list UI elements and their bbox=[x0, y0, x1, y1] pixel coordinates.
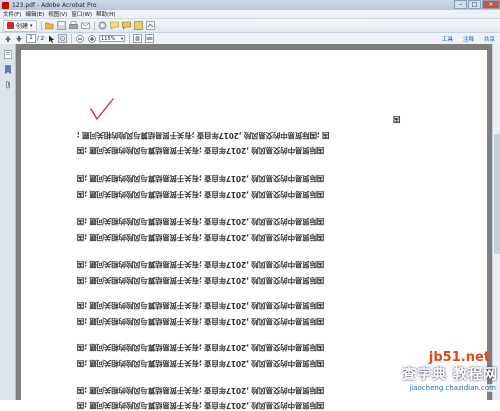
paragraph-mark: 国 bbox=[393, 115, 401, 124]
text-line: 国际贸易中的交易风险 ,2017年自查 ;有关于贸易结算与风险的相关问题 ;国 bbox=[77, 317, 325, 326]
watermark-domain: jb51.net bbox=[428, 350, 490, 365]
vertical-scrollbar[interactable] bbox=[492, 44, 500, 400]
page-number-input[interactable]: 1 bbox=[26, 34, 36, 43]
page-total-label: / 2 bbox=[37, 35, 45, 42]
tools-panel-link[interactable]: 工具 bbox=[442, 35, 453, 43]
maximize-button[interactable]: □ bbox=[468, 0, 481, 9]
acrobat-app-icon bbox=[2, 1, 9, 9]
settings-icon[interactable] bbox=[98, 21, 107, 30]
minimize-button[interactable]: – bbox=[454, 0, 467, 9]
create-label: 创建 bbox=[16, 23, 29, 30]
toolbar-divider bbox=[129, 34, 131, 43]
zoom-in-icon[interactable] bbox=[87, 34, 96, 43]
menu-edit[interactable]: 编辑(E) bbox=[25, 10, 44, 18]
text-line: 国际贸易中的交易风险 ,2017年自查 ;有关于贸易结算与风险的相关问题 ;国 bbox=[77, 233, 325, 242]
text-line: 国 ;国际贸易中的交易风险 ,2017年自查 ;有关于贸易结算与风险的相关问题 … bbox=[77, 131, 330, 140]
menu-bar: 文件(F) 编辑(E) 视图(V) 窗口(W) 帮助(H) bbox=[0, 10, 500, 19]
text-line: 国际贸易中的交易风险 ,2017年自查 ;有关于贸易结算与风险的相关问题 ;国 bbox=[77, 359, 325, 368]
share-panel-link[interactable]: 共享 bbox=[484, 35, 495, 43]
document-viewport: 国 国 ;国际贸易中的交易风险 ,2017年自查 ;有关于贸易结算与风险的相关问… bbox=[16, 44, 492, 410]
comment-icon[interactable] bbox=[109, 21, 119, 30]
text-line: 国际贸易中的交易风险 ,2017年自查 ;有关于贸易结算与风险的相关问题 ;国 bbox=[77, 217, 325, 226]
select-cursor-icon[interactable] bbox=[47, 34, 56, 43]
attachments-icon[interactable] bbox=[3, 80, 12, 89]
page-thumbnails-icon[interactable] bbox=[3, 50, 12, 59]
check-mark-annotation bbox=[90, 98, 114, 120]
menu-view[interactable]: 视图(V) bbox=[48, 10, 67, 18]
text-line: 国际贸易中的交易风险 ,2017年自查 ;有关于贸易结算与风险的相关问题 ;国 bbox=[77, 401, 325, 410]
bookmarks-icon[interactable] bbox=[3, 65, 12, 74]
chevron-down-icon: ▾ bbox=[120, 37, 124, 42]
close-button[interactable]: × bbox=[482, 0, 500, 9]
share-icon[interactable] bbox=[133, 21, 143, 30]
text-line: 国际贸易中的交易风险 ,2017年自查 ;有关于贸易结算与风险的相关问题 ;国 bbox=[77, 301, 325, 310]
next-page-icon[interactable] bbox=[14, 34, 23, 43]
chevron-down-icon: ▾ bbox=[30, 22, 33, 29]
watermark-url: jiaocheng.chazidian.com bbox=[409, 384, 496, 392]
comment-panel-link[interactable]: 注释 bbox=[463, 35, 474, 43]
hand-tool-icon[interactable] bbox=[58, 34, 67, 43]
text-line: 国际贸易中的交易风险 ,2017年自查 ;有关于贸易结算与风险的相关问题 ;国 bbox=[77, 190, 325, 199]
menu-window[interactable]: 窗口(W) bbox=[71, 10, 92, 18]
menu-file[interactable]: 文件(F) bbox=[3, 10, 21, 18]
save-icon[interactable] bbox=[56, 21, 66, 30]
menu-help[interactable]: 帮助(H) bbox=[96, 10, 115, 18]
fit-page-icon[interactable] bbox=[133, 34, 142, 43]
create-pdf-icon bbox=[7, 22, 14, 29]
text-line: 国际贸易中的交易风险 ,2017年自查 ;有关于贸易结算与风险的相关问题 ;国 bbox=[77, 174, 325, 183]
toolbar-divider bbox=[71, 34, 73, 43]
text-line: 国际贸易中的交易风险 ,2017年自查 ;有关于贸易结算与风险的相关问题 ;国 bbox=[77, 260, 325, 269]
previous-page-icon[interactable] bbox=[3, 34, 12, 43]
watermark-site-name: 查字典 教程网 bbox=[402, 367, 498, 383]
text-line: 国际贸易中的交易风险 ,2017年自查 ;有关于贸易结算与风险的相关问题 ;国 bbox=[77, 343, 325, 352]
watermark: jb51.net 查字典 教程网 jiaocheng.chazidian.com bbox=[348, 350, 498, 398]
sign-icon[interactable] bbox=[145, 21, 155, 30]
toolbar-divider bbox=[93, 21, 95, 30]
pdf-page: 国 国 ;国际贸易中的交易风险 ,2017年自查 ;有关于贸易结算与风险的相关问… bbox=[21, 50, 487, 410]
main-toolbar: 创建 ▾ bbox=[0, 19, 500, 33]
open-icon[interactable] bbox=[44, 21, 54, 30]
window-controls: – □ × bbox=[453, 0, 500, 10]
navigation-pane bbox=[0, 44, 16, 400]
text-line: 国际贸易中的交易风险 ,2017年自查 ;有关于贸易结算与风险的相关问题 ;国 bbox=[77, 146, 325, 155]
text-line: 国际贸易中的交易风险 ,2017年自查 ;有关于贸易结算与风险的相关问题 ;国 bbox=[77, 276, 325, 285]
print-icon[interactable] bbox=[68, 21, 78, 30]
create-button[interactable]: 创建 ▾ bbox=[3, 19, 37, 32]
text-line: 国际贸易中的交易风险 ,2017年自查 ;有关于贸易结算与风险的相关问题 ;国 bbox=[77, 386, 325, 395]
scrollbar-thumb[interactable] bbox=[494, 134, 500, 254]
toolbar-divider bbox=[40, 21, 42, 30]
highlight-icon[interactable] bbox=[121, 21, 131, 30]
email-icon[interactable] bbox=[80, 21, 90, 30]
task-pane-links: 工具 注释 共享 bbox=[432, 33, 495, 44]
fit-width-icon[interactable] bbox=[145, 34, 154, 43]
window-title: 123.pdf - Adobe Acrobat Pro bbox=[12, 1, 97, 9]
zoom-level-select[interactable]: 115% ▾ bbox=[99, 35, 126, 42]
zoom-out-icon[interactable] bbox=[75, 34, 84, 43]
zoom-value: 115% bbox=[101, 36, 116, 42]
